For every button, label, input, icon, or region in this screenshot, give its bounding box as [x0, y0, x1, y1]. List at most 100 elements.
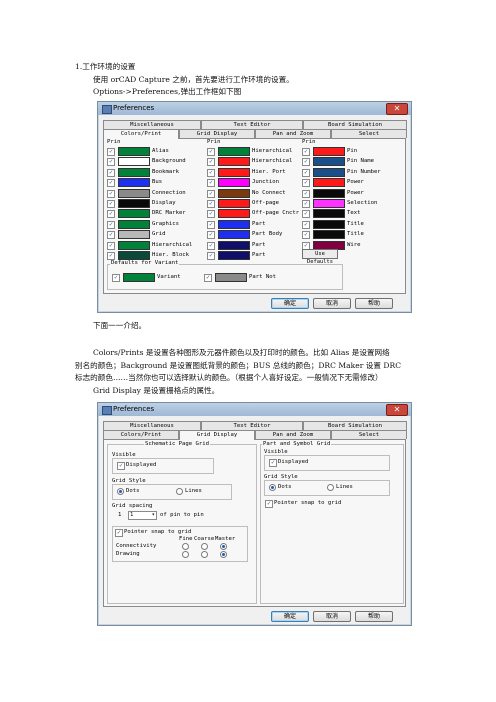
color-swatch[interactable]	[218, 219, 250, 229]
color-swatch[interactable]	[118, 251, 150, 260]
tab-board-simulation[interactable]: Board Simulation	[303, 421, 407, 430]
help-button[interactable]: 帮助	[355, 298, 393, 309]
color-print-checkbox[interactable]: ✓	[107, 179, 115, 188]
ok-button[interactable]: 确定	[271, 298, 309, 309]
tab-board-simulation[interactable]: Board Simulation	[303, 120, 407, 129]
part-lines-radio[interactable]	[327, 484, 334, 491]
color-print-checkbox[interactable]: ✓	[107, 241, 115, 250]
color-swatch[interactable]	[218, 199, 250, 208]
tab-colors-print[interactable]: Colors/Print	[103, 430, 179, 439]
color-swatch[interactable]	[313, 147, 345, 156]
help-button[interactable]: 帮助	[355, 611, 393, 622]
color-print-checkbox[interactable]: ✓	[107, 252, 115, 260]
drawing-master-radio[interactable]	[220, 551, 227, 558]
color-print-checkbox[interactable]: ✓	[207, 179, 215, 188]
dots-radio[interactable]	[117, 488, 124, 495]
color-swatch[interactable]	[118, 219, 150, 229]
color-swatch[interactable]	[218, 167, 250, 177]
use-defaults-button[interactable]: Use Defaults	[302, 249, 338, 265]
tab-text-editor[interactable]: Text Editor	[201, 421, 303, 430]
close-button[interactable]: ✕	[386, 404, 408, 416]
connectivity-fine-radio[interactable]	[182, 543, 189, 550]
tab-select[interactable]: Select	[331, 430, 407, 439]
part-displayed-checkbox[interactable]: ✓	[269, 459, 277, 467]
part-not-swatch[interactable]	[215, 273, 247, 282]
color-swatch[interactable]	[313, 178, 345, 188]
color-print-checkbox[interactable]: ✓	[302, 189, 310, 198]
color-swatch[interactable]	[313, 157, 345, 167]
color-print-checkbox[interactable]: ✓	[302, 148, 310, 156]
drawing-coarse-radio[interactable]	[201, 551, 208, 558]
tab-miscellaneous[interactable]: Miscellaneous	[103, 120, 201, 129]
color-print-checkbox[interactable]: ✓	[207, 200, 215, 208]
color-swatch[interactable]	[218, 251, 250, 260]
tab-grid-display[interactable]: Grid Display	[179, 430, 255, 440]
color-swatch[interactable]	[313, 199, 345, 208]
color-print-checkbox[interactable]: ✓	[207, 148, 215, 156]
tab-miscellaneous[interactable]: Miscellaneous	[103, 421, 201, 430]
color-swatch[interactable]	[118, 167, 150, 177]
color-swatch[interactable]	[218, 178, 250, 188]
cancel-button[interactable]: 取消	[313, 298, 351, 309]
part-not-checkbox[interactable]: ✓	[204, 274, 212, 282]
tab-text-editor[interactable]: Text Editor	[201, 120, 303, 129]
color-print-checkbox[interactable]: ✓	[207, 252, 215, 260]
color-print-checkbox[interactable]: ✓	[302, 220, 310, 229]
tab-pan-and-zoom[interactable]: Pan and Zoom	[255, 430, 331, 439]
color-print-checkbox[interactable]: ✓	[207, 231, 215, 240]
tab-grid-display[interactable]: Grid Display	[179, 129, 255, 138]
color-print-checkbox[interactable]: ✓	[107, 231, 115, 240]
color-print-checkbox[interactable]: ✓	[302, 168, 310, 177]
grid-spacing-select[interactable]: 1 ▾	[128, 511, 157, 520]
color-print-checkbox[interactable]: ✓	[107, 168, 115, 177]
color-swatch[interactable]	[218, 230, 250, 240]
color-swatch[interactable]	[118, 199, 150, 208]
color-swatch[interactable]	[118, 188, 150, 198]
color-swatch[interactable]	[118, 230, 150, 240]
color-print-checkbox[interactable]: ✓	[107, 148, 115, 156]
part-dots-radio[interactable]	[269, 484, 276, 491]
tab-colors-print[interactable]: Colors/Print	[103, 129, 179, 139]
color-print-checkbox[interactable]: ✓	[302, 210, 310, 219]
color-swatch[interactable]	[118, 178, 150, 188]
variant-checkbox[interactable]: ✓	[112, 274, 120, 282]
pointer-snap-checkbox[interactable]: ✓	[115, 529, 123, 537]
color-print-checkbox[interactable]: ✓	[207, 168, 215, 177]
color-swatch[interactable]	[313, 188, 345, 198]
color-print-checkbox[interactable]: ✓	[207, 158, 215, 167]
color-swatch[interactable]	[118, 157, 150, 167]
color-swatch[interactable]	[118, 209, 150, 219]
ok-button[interactable]: 确定	[271, 611, 309, 622]
connectivity-coarse-radio[interactable]	[201, 543, 208, 550]
color-swatch[interactable]	[118, 240, 150, 250]
color-swatch[interactable]	[313, 219, 345, 229]
color-swatch[interactable]	[313, 167, 345, 177]
color-print-checkbox[interactable]: ✓	[302, 231, 310, 240]
color-print-checkbox[interactable]: ✓	[207, 210, 215, 219]
variant-swatch[interactable]	[123, 273, 155, 282]
color-swatch[interactable]	[218, 240, 250, 250]
color-swatch[interactable]	[218, 188, 250, 198]
color-print-checkbox[interactable]: ✓	[107, 158, 115, 167]
color-print-checkbox[interactable]: ✓	[302, 200, 310, 208]
color-print-checkbox[interactable]: ✓	[207, 220, 215, 229]
color-print-checkbox[interactable]: ✓	[107, 200, 115, 208]
color-swatch[interactable]	[118, 147, 150, 156]
color-swatch[interactable]	[218, 157, 250, 167]
color-print-checkbox[interactable]: ✓	[107, 210, 115, 219]
color-swatch[interactable]	[218, 147, 250, 156]
color-print-checkbox[interactable]: ✓	[107, 220, 115, 229]
displayed-checkbox[interactable]: ✓	[117, 462, 125, 470]
drawing-fine-radio[interactable]	[182, 551, 189, 558]
color-print-checkbox[interactable]: ✓	[107, 189, 115, 198]
color-print-checkbox[interactable]: ✓	[302, 179, 310, 188]
cancel-button[interactable]: 取消	[313, 611, 351, 622]
color-swatch[interactable]	[313, 230, 345, 240]
part-pointer-snap-checkbox[interactable]: ✓	[265, 500, 273, 508]
color-swatch[interactable]	[313, 209, 345, 219]
color-print-checkbox[interactable]: ✓	[207, 241, 215, 250]
color-print-checkbox[interactable]: ✓	[302, 158, 310, 167]
lines-radio[interactable]	[176, 488, 183, 495]
color-swatch[interactable]	[218, 209, 250, 219]
connectivity-master-radio[interactable]	[220, 543, 227, 550]
